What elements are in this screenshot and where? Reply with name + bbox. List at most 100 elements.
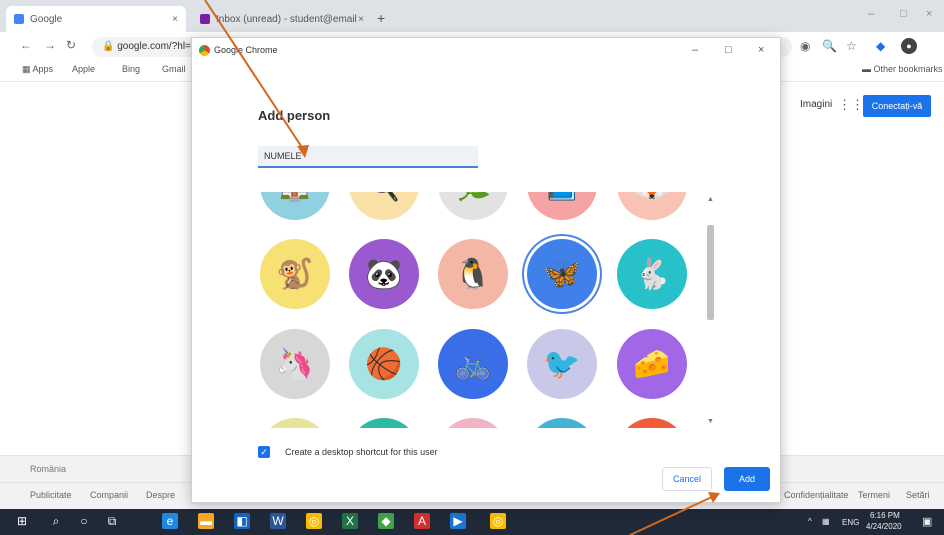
avatar-rabbit[interactable]: 🐇	[617, 239, 687, 309]
footer-link-settings[interactable]: Setări	[906, 490, 930, 500]
bicycle-icon: 🚲	[454, 347, 492, 381]
cancel-button[interactable]: Cancel	[662, 467, 712, 491]
profile-avatar[interactable]: ●	[901, 38, 917, 54]
partial-2-icon: 🍳	[365, 192, 402, 203]
rabbit-icon: 🐇	[633, 257, 671, 291]
start-windows-icon[interactable]: ⊞	[14, 513, 30, 529]
dialog-window-title: Google Chrome	[214, 45, 278, 55]
avatar-cheese[interactable]: 🧀	[617, 329, 687, 399]
add-button[interactable]: Add	[724, 467, 770, 491]
other-bookmarks[interactable]: ▬ Other bookmarks	[862, 64, 943, 74]
scrollbar-thumb[interactable]	[707, 225, 714, 320]
language-indicator[interactable]: ENG	[842, 518, 859, 527]
edge-icon[interactable]: e	[162, 513, 178, 529]
tab-inbox[interactable]: Inbox (unread) - student@email ×	[192, 6, 372, 32]
partial-4-icon: 📘	[543, 192, 580, 203]
sign-in-button[interactable]: Conectați-vă	[863, 95, 931, 117]
avatar-monkey[interactable]: 🐒	[260, 239, 330, 309]
partial-3-icon: 🌿	[454, 192, 491, 203]
footer-link-privacy[interactable]: Confidențialitate	[784, 490, 849, 500]
penguin-icon: 🐧	[454, 257, 492, 291]
mail-favicon-icon	[200, 14, 210, 24]
excel-icon[interactable]: X	[342, 513, 358, 529]
word-icon[interactable]: W	[270, 513, 286, 529]
apps-grid-icon: ▦	[22, 64, 33, 74]
maximize-button[interactable]: □	[900, 8, 907, 20]
dialog-titlebar: Google Chrome – □ ×	[192, 38, 780, 64]
person-name-input[interactable]	[258, 146, 478, 168]
back-icon[interactable]: ←	[20, 38, 32, 52]
tray-chevron-icon[interactable]: ^	[808, 517, 812, 526]
avatar-partial-9[interactable]	[527, 418, 597, 428]
bookmark-label: Gmail	[162, 64, 186, 74]
bookmark-apps[interactable]: ▦ Apps	[22, 64, 53, 75]
avatar-panda[interactable]: 🐼	[349, 239, 419, 309]
zoom-icon[interactable]: 🔍	[822, 39, 837, 53]
dialog-minimize-button[interactable]: –	[692, 44, 698, 56]
avatar-partial-10[interactable]	[617, 418, 687, 428]
bookmark-bing[interactable]: Bing	[122, 64, 140, 74]
file-explorer-icon[interactable]: ▬	[198, 513, 214, 529]
footer-link-advertising[interactable]: Publicitate	[30, 490, 72, 500]
dialog-heading: Add person	[258, 108, 331, 123]
avatar-partial-2[interactable]: 🍳	[349, 192, 419, 220]
clock-date[interactable]: 4/24/2020	[866, 522, 902, 531]
avatar-partial-7[interactable]	[349, 418, 419, 428]
bookmark-gmail[interactable]: Gmail	[162, 64, 186, 74]
bookmark-star-icon[interactable]: ☆	[846, 39, 857, 53]
bookmark-label: Bing	[122, 64, 141, 74]
avatar-bird[interactable]: 🐦	[527, 329, 597, 399]
pdf-icon[interactable]: A	[414, 513, 430, 529]
close-button[interactable]: ×	[926, 8, 932, 20]
avatar-partial-1[interactable]: 🏠	[260, 192, 330, 220]
app-green-icon[interactable]: ◆	[378, 513, 394, 529]
bookmark-apple[interactable]: Apple	[72, 64, 95, 74]
avatar-basketball[interactable]: 🏀	[349, 329, 419, 399]
cheese-icon: 🧀	[633, 347, 671, 381]
avatar-butterfly[interactable]: 🦋	[527, 239, 597, 309]
dialog-close-button[interactable]: ×	[758, 44, 764, 56]
avatar-bicycle[interactable]: 🚲	[438, 329, 508, 399]
avatar-partial-4[interactable]: 📘	[527, 192, 597, 220]
clock-time[interactable]: 6:16 PM	[870, 511, 900, 520]
footer-link-terms[interactable]: Termeni	[858, 490, 890, 500]
avatar-penguin[interactable]: 🐧	[438, 239, 508, 309]
forward-icon[interactable]: →	[44, 38, 56, 52]
footer-link-business[interactable]: Companii	[90, 490, 128, 500]
avatar-partial-6[interactable]	[260, 418, 330, 428]
zoom-app-icon[interactable]: ▶	[450, 513, 466, 529]
scroll-up-icon[interactable]: ▲	[707, 196, 714, 203]
tab-close-icon[interactable]: ×	[358, 14, 364, 25]
new-tab-button[interactable]: +	[377, 10, 385, 26]
butterfly-icon: 🦋	[543, 257, 581, 291]
network-icon[interactable]: ▦	[822, 517, 830, 526]
tab-close-icon[interactable]: ×	[172, 14, 178, 25]
notification-icon[interactable]: ▣	[922, 515, 932, 528]
avatar-partial-3[interactable]: 🌿	[438, 192, 508, 220]
folder-icon: ▬	[862, 64, 874, 74]
cortana-icon[interactable]: ○	[76, 513, 92, 529]
unicorn-icon: 🦄	[276, 347, 314, 381]
store-icon[interactable]: ◧	[234, 513, 250, 529]
desktop-shortcut-checkbox[interactable]: ✓	[258, 446, 270, 458]
minimize-button[interactable]: –	[868, 8, 874, 20]
avatar-partial-5[interactable]: 🦊	[617, 192, 687, 220]
scroll-down-icon[interactable]: ▼	[707, 418, 714, 425]
extension-icon[interactable]: ◉	[800, 39, 810, 53]
address-url: google.com/?hl=ro	[117, 41, 200, 52]
chrome-logo-icon	[199, 45, 210, 56]
footer-link-about[interactable]: Despre	[146, 490, 175, 500]
dialog-maximize-button[interactable]: □	[725, 44, 732, 56]
tab-google[interactable]: Google ×	[6, 6, 186, 32]
avatar-unicorn[interactable]: 🦄	[260, 329, 330, 399]
reload-icon[interactable]: ↻	[66, 38, 76, 52]
shield-icon[interactable]: ◆	[876, 39, 885, 53]
search-icon[interactable]: ⌕	[48, 513, 64, 529]
chrome-active-icon[interactable]: ◎	[490, 513, 506, 529]
task-view-icon[interactable]: ⧉	[104, 513, 120, 529]
bookmark-label: Apps	[32, 64, 54, 74]
chrome-taskbar-icon[interactable]: ◎	[306, 513, 322, 529]
images-link[interactable]: Imagini	[800, 99, 832, 110]
avatar-partial-8[interactable]	[438, 418, 508, 428]
partial-5-icon: 🦊	[633, 192, 670, 203]
